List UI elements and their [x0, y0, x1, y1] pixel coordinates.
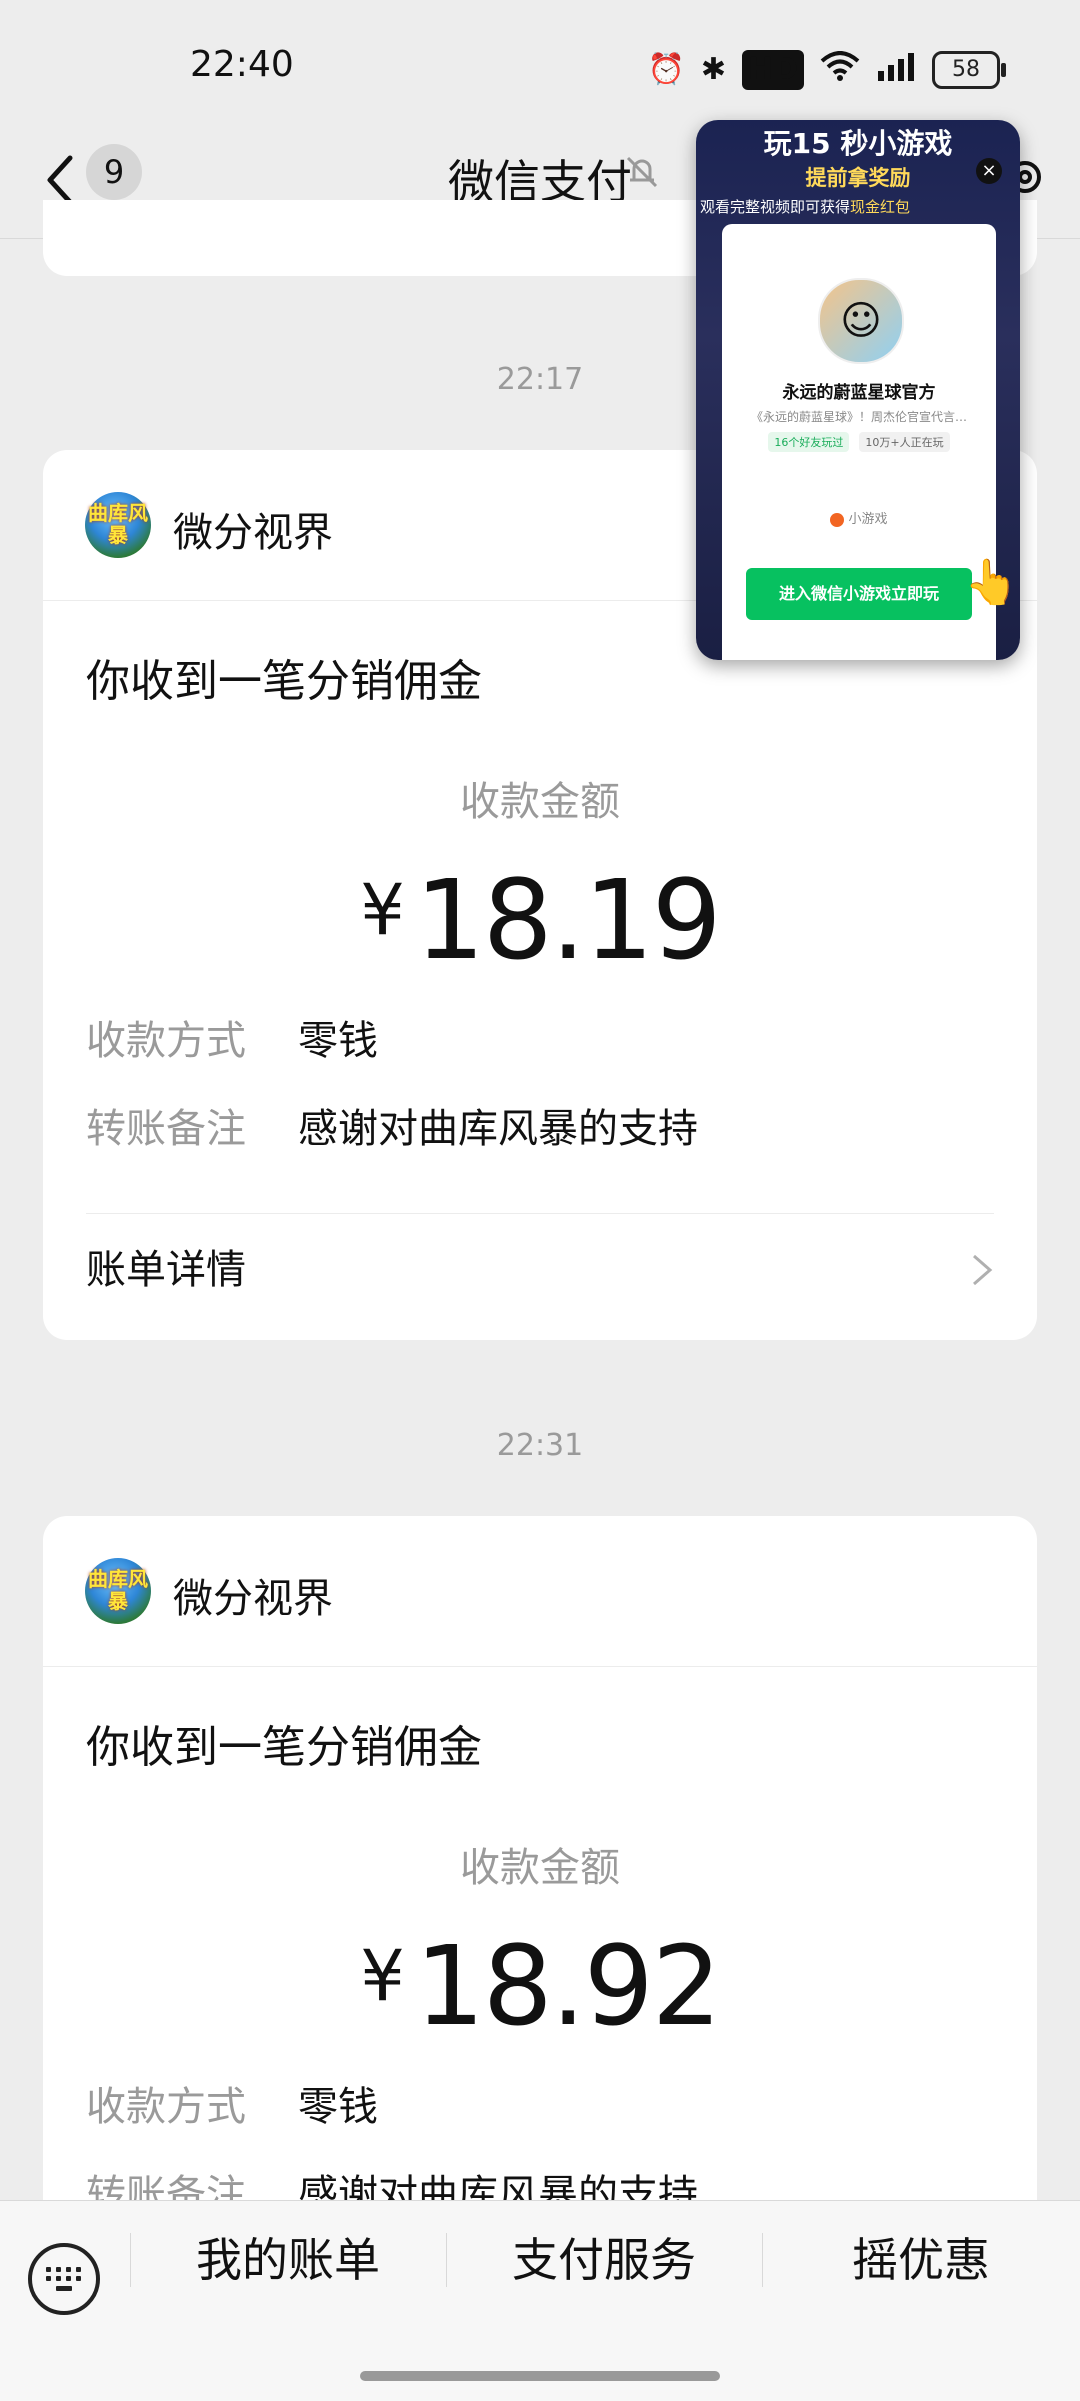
play-now-button[interactable]: 进入微信小游戏立即玩	[746, 568, 972, 620]
sender-name: 微分视界	[173, 510, 333, 556]
ad-close-button[interactable]: ×	[976, 158, 1002, 184]
sender-name: 微分视界	[173, 1576, 333, 1622]
pointing-hand-icon: 👆	[964, 557, 1019, 608]
bluetooth-icon: ✱	[700, 52, 726, 87]
amount-label: 收款金额	[460, 779, 620, 825]
chevron-right-icon	[973, 1254, 993, 1286]
keyboard-icon	[46, 2267, 82, 2291]
payment-method-row: 收款方式 零钱	[86, 1009, 994, 1073]
transfer-note-row: 转账备注 感谢对曲库风暴的支持	[86, 1097, 994, 1161]
game-tags: 16个好友玩过 10万+人正在玩	[722, 432, 996, 452]
avatar[interactable]: 曲库风暴	[85, 1558, 151, 1624]
ad-title: 玩15 秒小游戏	[763, 127, 953, 160]
bottom-menu-bar: 我的账单 支付服务 摇优惠	[0, 2200, 1080, 2401]
method-value: 零钱	[298, 1018, 378, 1064]
home-indicator[interactable]	[360, 2371, 720, 2381]
message-title: 你收到一笔分销佣金	[86, 1722, 482, 1773]
game-name: 永远的蔚蓝星球官方	[782, 383, 936, 403]
tab-payment-services[interactable]: 支付服务	[446, 2201, 762, 2319]
ad-hint-highlight: 现金红包	[850, 198, 911, 216]
ad-panel: ☺ 永远的蔚蓝星球官方 《永远的蔚蓝星球》！周杰伦官宣代言… 16个好友玩过 1…	[722, 224, 1019, 660]
note-label: 转账备注	[86, 1106, 246, 1152]
signal-icon	[876, 51, 916, 90]
mini-game-label: 小游戏	[722, 508, 996, 527]
alarm-icon: ⏰	[647, 52, 685, 87]
tag-friends: 16个好友玩过	[768, 432, 850, 452]
wifi-icon	[820, 50, 860, 90]
method-label: 收款方式	[86, 1018, 246, 1064]
ad-hint: 观看完整视频即可获得现金红包	[700, 196, 910, 217]
note-value: 感谢对曲库风暴的支持	[298, 1106, 698, 1152]
status-icons: ⏰ ✱ HD 58	[647, 50, 1006, 90]
currency-symbol: ¥	[360, 869, 405, 951]
amount-label: 收款金额	[460, 1845, 620, 1891]
card-header: 曲库风暴 微分视界	[43, 1516, 1037, 1667]
tab-shake-offers[interactable]: 摇优惠	[762, 2201, 1080, 2319]
game-avatar: ☺	[818, 278, 904, 364]
status-bar: 22:40 ⏰ ✱ HD 58	[0, 0, 1080, 130]
mini-game-icon	[830, 512, 845, 527]
bill-details-link[interactable]: 账单详情	[86, 1214, 994, 1326]
payment-message-card[interactable]: 曲库风暴 微分视界 你收到一笔分销佣金 收款金额 ¥18.92 收款方式 零钱 …	[43, 1516, 1037, 2276]
keyboard-toggle-button[interactable]	[28, 2243, 100, 2315]
battery-indicator: 58	[932, 51, 1006, 89]
tab-my-bills[interactable]: 我的账单	[130, 2201, 446, 2319]
message-timestamp: 22:31	[496, 1428, 584, 1463]
ad-subtitle: 提前拿奖励	[805, 166, 911, 190]
mini-game-text: 小游戏	[848, 512, 888, 527]
mini-game-ad[interactable]: 玩15 秒小游戏 提前拿奖励 × 观看完整视频即可获得现金红包 ☺ 永远的蔚蓝星…	[696, 120, 1020, 660]
game-description: 《永远的蔚蓝星球》！周杰伦官宣代言…	[750, 410, 967, 424]
amount-value: 18.19	[414, 856, 722, 984]
status-time: 22:40	[190, 44, 294, 85]
method-label: 收款方式	[86, 2084, 246, 2130]
ad-hint-text: 观看完整视频即可获得	[700, 198, 851, 216]
bill-details-label: 账单详情	[86, 1247, 246, 1293]
currency-symbol: ¥	[360, 1935, 405, 2017]
tag-players: 10万+人正在玩	[859, 432, 950, 452]
avatar[interactable]: 曲库风暴	[85, 492, 151, 558]
amount: ¥18.19	[86, 855, 994, 985]
mute-bell-icon	[622, 152, 662, 192]
payment-method-row: 收款方式 零钱	[86, 2075, 994, 2139]
amount: ¥18.92	[86, 1921, 994, 2051]
hd-icon: HD	[741, 50, 804, 90]
method-value: 零钱	[298, 2084, 378, 2130]
amount-value: 18.92	[414, 1922, 722, 2050]
